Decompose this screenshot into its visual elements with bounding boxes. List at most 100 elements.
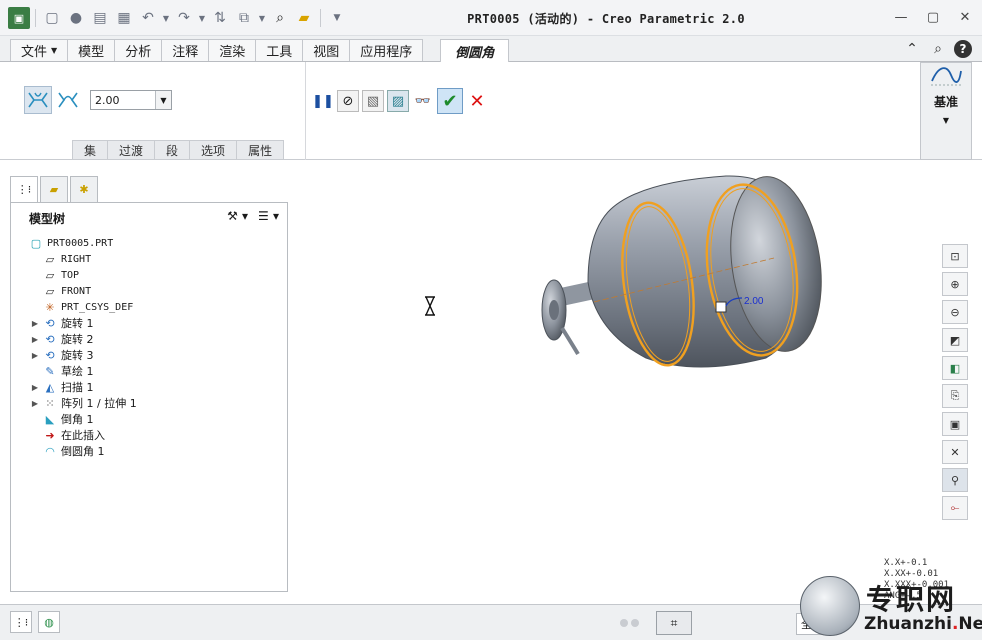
tab-tools[interactable]: 工具 — [255, 39, 304, 61]
full-round-icon[interactable] — [54, 86, 82, 114]
part-icon: ▢ — [30, 236, 42, 250]
tree-item[interactable]: ✎ 草绘 1 — [15, 363, 287, 379]
restore-icon[interactable]: ▢ — [924, 8, 942, 26]
verify-preview-icon[interactable]: ▨ — [387, 90, 409, 112]
tab-render[interactable]: 渲染 — [208, 39, 257, 61]
help-icon[interactable]: ? — [954, 40, 972, 58]
dashboard-subtabs: 集 过渡 段 选项 属性 — [72, 140, 285, 160]
revolve-icon: ⟲ — [45, 332, 55, 346]
refit-icon[interactable]: ⊡ — [942, 244, 968, 268]
tank-body — [587, 175, 822, 368]
tree-item[interactable]: ◣ 倒角 1 — [15, 411, 287, 427]
tab-annotate[interactable]: 注释 — [161, 39, 210, 61]
tree-item[interactable]: ▱ RIGHT — [15, 251, 287, 267]
tolerance-line: X.X+-0.1 — [884, 558, 928, 568]
spin-center-icon[interactable]: ⟜ — [942, 496, 968, 520]
glasses-icon[interactable]: 👓 — [412, 90, 434, 112]
settings-tools-icon[interactable]: ⚒ ▾ — [227, 209, 248, 223]
pause-icon[interactable]: ❚❚ — [312, 90, 334, 112]
chamfer-icon: ◣ — [45, 412, 55, 426]
tree-item-label: TOP — [61, 269, 80, 281]
collapse-ribbon-icon[interactable]: ⌃ — [902, 39, 922, 59]
expand-arrow-icon[interactable]: ▶ — [29, 383, 41, 392]
tree-item-label: RIGHT — [61, 253, 92, 265]
tree-item[interactable]: ✳ PRT_CSYS_DEF — [15, 299, 287, 315]
minimize-icon[interactable]: — — [892, 8, 910, 26]
zoom-in-icon[interactable]: ⊕ — [942, 272, 968, 296]
tab-file[interactable]: 文件 ▼ — [10, 39, 69, 61]
datum-plane-icon: ▱ — [45, 268, 55, 282]
tab-model-tree[interactable]: ⋮⁝ — [10, 176, 38, 202]
tree-item[interactable]: ➜ 在此插入 — [15, 427, 287, 443]
tree-item[interactable]: ▢ PRT0005.PRT — [15, 235, 287, 251]
watermark-text-en: Zhuanzhi.Net — [864, 614, 982, 634]
tree-item[interactable]: ▶ ⟲ 旋转 3 — [15, 347, 287, 363]
tab-applications[interactable]: 应用程序 — [349, 39, 424, 61]
tree-item-label: 倒圆角 1 — [61, 445, 105, 458]
search-icon[interactable]: ⌕ — [928, 39, 948, 59]
watermark-text-cn: 专职网 — [866, 583, 957, 616]
navigator-toggle-icon[interactable]: ⋮⁝ — [10, 611, 32, 633]
expand-arrow-icon[interactable]: ▶ — [29, 319, 41, 328]
ribbon-tab-bar: 文件 ▼ 模型 分析 注释 渲染 工具 视图 应用程序 倒圆角 ⌃ ⌕ ? — [0, 36, 982, 62]
tree-item-label: 旋转 1 — [61, 317, 94, 330]
ok-icon[interactable]: ✔ — [437, 88, 463, 114]
tree-item-label: 旋转 3 — [61, 349, 94, 362]
annotation-display-icon[interactable]: ⚲ — [942, 468, 968, 492]
constant-round-icon[interactable] — [24, 86, 52, 114]
tree-item[interactable]: ▶ ⟲ 旋转 1 — [15, 315, 287, 331]
close-icon[interactable]: ✕ — [956, 8, 974, 26]
tab-model[interactable]: 模型 — [67, 39, 116, 61]
find-icon[interactable]: ⌗ — [656, 611, 692, 635]
expand-arrow-icon[interactable]: ▶ — [29, 335, 41, 344]
tab-label: 模型 — [78, 45, 105, 60]
chevron-down-icon[interactable]: ▼ — [155, 91, 171, 109]
expand-arrow-icon[interactable]: ▶ — [29, 399, 41, 408]
radius-input[interactable]: 2.00 ▼ — [90, 90, 172, 110]
tree-item[interactable]: ▶ ◭ 扫描 1 — [15, 379, 287, 395]
subtab-pieces[interactable]: 段 — [154, 140, 191, 160]
saved-views-icon[interactable]: ⎘ — [942, 384, 968, 408]
model-tree-header: 模型树 ⚒ ▾ ☰ ▾ — [11, 203, 287, 233]
subtab-transitions[interactable]: 过渡 — [107, 140, 156, 160]
subtab-sets[interactable]: 集 — [72, 140, 109, 160]
insert-arrow-icon: ➜ — [45, 428, 55, 442]
tree-item[interactable]: ▱ FRONT — [15, 283, 287, 299]
zoom-out-icon[interactable]: ⊖ — [942, 300, 968, 324]
watermark-en-suffix: Net — [958, 614, 982, 634]
watermark-ball-logo — [800, 576, 860, 636]
tree-item[interactable]: ◠ 倒圆角 1 — [15, 443, 287, 459]
separate-preview-icon[interactable]: ▧ — [362, 90, 384, 112]
round-icon: ◠ — [45, 444, 55, 458]
datum-group[interactable]: 基准 ▼ — [920, 62, 972, 160]
radius-dimension-label[interactable]: 2.00 — [744, 296, 764, 307]
tree-item-label: 旋转 2 — [61, 333, 94, 346]
repaint-icon[interactable]: ◩ — [942, 328, 968, 352]
tab-round[interactable]: 倒圆角 — [440, 39, 510, 62]
tree-item[interactable]: ▱ TOP — [15, 267, 287, 283]
graphics-window[interactable]: 2.00 — [296, 162, 940, 602]
sketch-icon: ✎ — [45, 364, 55, 378]
graphics-toolbar: ⊡ ⊕ ⊖ ◩ ◧ ⎘ ▣ ✕ ⚲ ⟜ — [942, 244, 970, 520]
view-manager-icon[interactable]: ▣ — [942, 412, 968, 436]
subtab-properties[interactable]: 属性 — [236, 140, 285, 160]
revolve-icon: ⟲ — [45, 316, 55, 330]
tab-view[interactable]: 视图 — [302, 39, 351, 61]
tree-item[interactable]: ▶ ⟲ 旋转 2 — [15, 331, 287, 347]
hourglass-icon — [424, 296, 436, 319]
tree-item-label: PRT0005.PRT — [47, 237, 114, 249]
no-preview-icon[interactable]: ⊘ — [337, 90, 359, 112]
sweep-icon: ◭ — [45, 380, 55, 394]
datum-display-icon[interactable]: ✕ — [942, 440, 968, 464]
tab-favorites[interactable]: ✱ — [70, 176, 98, 202]
browser-toggle-icon[interactable]: ◍ — [38, 611, 60, 633]
expand-arrow-icon[interactable]: ▶ — [29, 351, 41, 360]
subtab-options[interactable]: 选项 — [189, 140, 238, 160]
tree-item[interactable]: ▶ ⁙ 阵列 1 / 拉伸 1 — [15, 395, 287, 411]
cancel-icon[interactable]: ✕ — [466, 90, 488, 112]
show-options-icon[interactable]: ☰ ▾ — [258, 209, 279, 223]
tab-folder-browser[interactable]: ▰ — [40, 176, 68, 202]
tab-analysis[interactable]: 分析 — [114, 39, 163, 61]
tree-item-label: 草绘 1 — [61, 365, 94, 378]
display-style-icon[interactable]: ◧ — [942, 356, 968, 380]
